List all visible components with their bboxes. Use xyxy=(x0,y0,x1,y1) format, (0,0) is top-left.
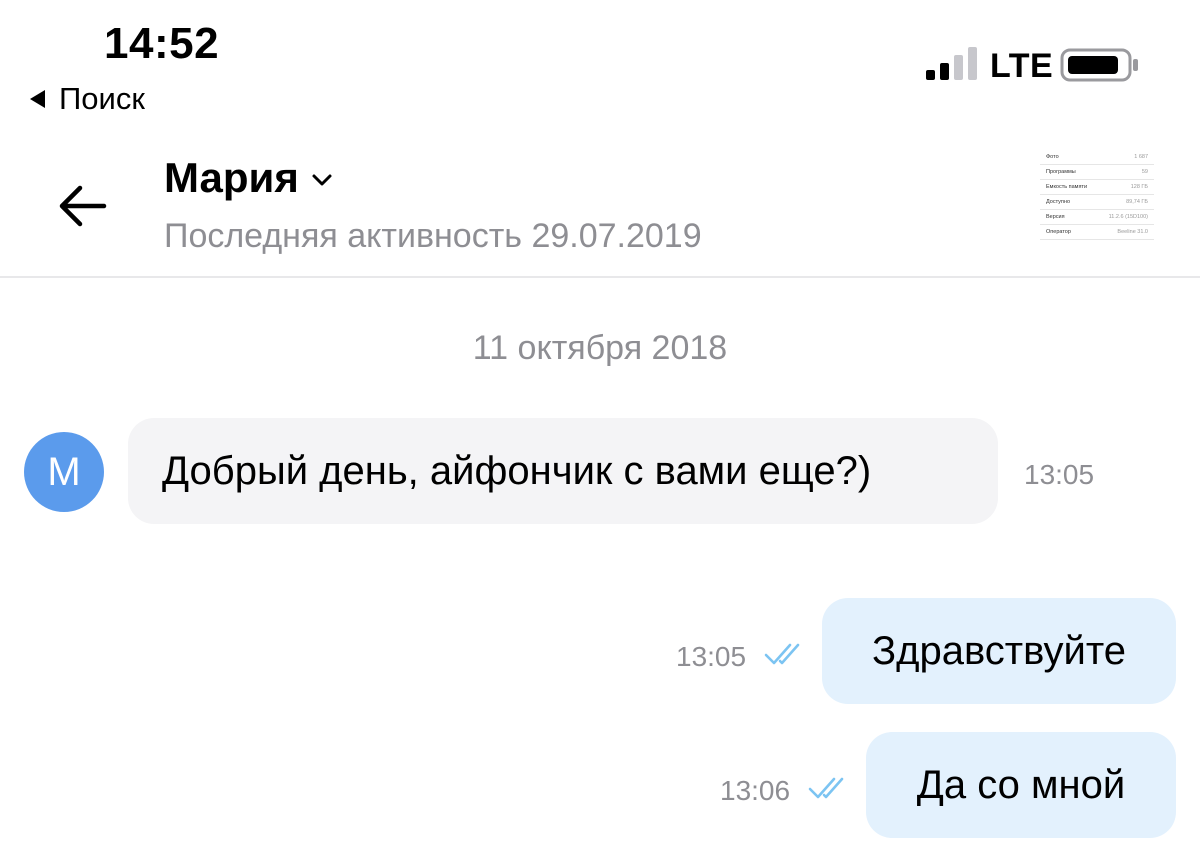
thumbnail-row-value: 59 xyxy=(1141,169,1148,175)
message-text: Добрый день, айфончик с вами еще?) xyxy=(162,449,872,493)
message-text: Да со мной xyxy=(916,763,1126,807)
thumbnail-row-value: 1 687 xyxy=(1134,154,1148,160)
thumbnail-row: Доступно 89,74 ГБ xyxy=(1040,195,1154,210)
thumbnail-row: Фото 1 687 xyxy=(1040,150,1154,165)
incoming-message-bubble[interactable]: Добрый день, айфончик с вами еще?) xyxy=(128,418,998,524)
thumbnail-row-label: Оператор xyxy=(1046,229,1071,235)
thumbnail-row-label: Программы xyxy=(1046,169,1076,175)
message-time: 13:05 xyxy=(1024,459,1095,490)
battery-icon xyxy=(1060,48,1138,82)
thumbnail-row-label: Фото xyxy=(1046,154,1059,160)
thumbnail-row-label: Емкость памяти xyxy=(1046,184,1088,190)
contact-info: Мария Последняя активность 29.07.2019 xyxy=(164,152,702,256)
double-check-icon xyxy=(808,777,844,799)
status-time: 14:52 xyxy=(104,19,220,68)
back-to-search-label: Поиск xyxy=(59,81,145,116)
back-arrow-icon[interactable] xyxy=(54,178,110,234)
thumbnail-row-value: 128 ГБ xyxy=(1130,184,1148,190)
attachment-thumbnail[interactable]: Фото 1 687 Программы 59 Емкость памяти 128 ГБ… xyxy=(1040,150,1154,246)
avatar[interactable]: М xyxy=(24,432,104,512)
outgoing-message-bubble[interactable]: Да со мной xyxy=(866,732,1176,838)
thumbnail-row-value: Beeline 31.0 xyxy=(1117,229,1148,235)
message-time: 13:05 xyxy=(676,641,747,672)
thumbnail-row: Емкость памяти 128 ГБ xyxy=(1040,180,1154,195)
cellular-signal-icon xyxy=(926,47,977,80)
thumbnail-row-value: 11.2.6 (15D100) xyxy=(1108,214,1148,220)
back-to-search-link[interactable]: Поиск xyxy=(30,82,145,116)
date-separator: 11 октября 2018 xyxy=(472,329,728,367)
back-triangle-icon xyxy=(30,90,45,108)
thumbnail-row-value: 89,74 ГБ xyxy=(1126,199,1148,205)
outgoing-message-bubble[interactable]: Здравствуйте xyxy=(822,598,1176,704)
chevron-down-icon xyxy=(312,174,332,186)
thumbnail-row: Программы 59 xyxy=(1040,165,1154,180)
message-time: 13:06 xyxy=(720,775,791,806)
contact-name: Мария xyxy=(164,154,299,201)
message-text: Здравствуйте xyxy=(872,629,1126,673)
thumbnail-row: Оператор Beeline 31.0 xyxy=(1040,225,1154,240)
header-divider xyxy=(0,276,1200,278)
last-seen-status: Последняя активность 29.07.2019 xyxy=(164,217,702,255)
double-check-icon xyxy=(764,643,800,665)
thumbnail-row: Версия 11.2.6 (15D100) xyxy=(1040,210,1154,225)
network-type: LTE xyxy=(990,47,1054,85)
thumbnail-row-label: Версия xyxy=(1046,214,1065,220)
contact-name-dropdown[interactable]: Мария xyxy=(164,152,702,204)
thumbnail-row-label: Доступно xyxy=(1046,199,1071,205)
